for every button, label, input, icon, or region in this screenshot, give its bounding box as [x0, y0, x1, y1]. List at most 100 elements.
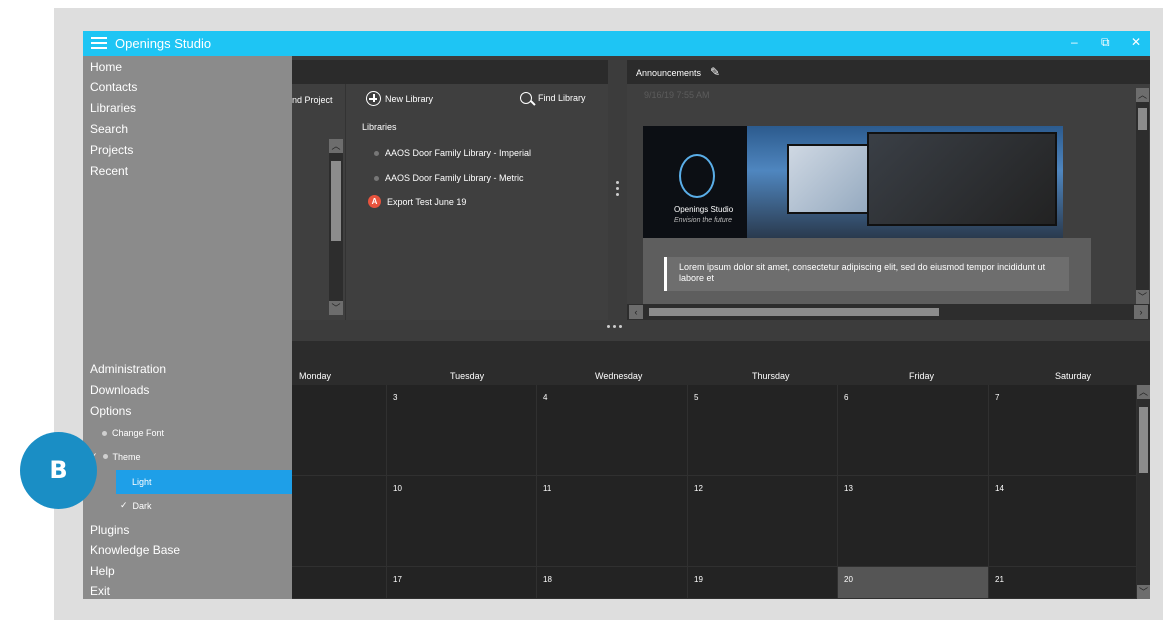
- announcement-banner-image: Openings Studio Envision the future: [643, 126, 1063, 238]
- library-item-label: AAOS Door Family Library - Metric: [385, 173, 524, 183]
- projects-column: nd Project ︿ ﹀: [292, 84, 346, 320]
- app-window: Openings Studio – ⧉ ✕ nd Project ︿ ﹀ New…: [83, 31, 1150, 599]
- calendar-cell-today[interactable]: 20: [838, 567, 989, 599]
- bullet-icon: [374, 175, 379, 181]
- scroll-left-icon[interactable]: ‹: [629, 305, 643, 319]
- scroll-down-icon[interactable]: ﹀: [1136, 290, 1149, 304]
- calendar-cell[interactable]: 10: [387, 476, 537, 567]
- calendar-cell[interactable]: 19: [688, 567, 838, 599]
- theme-label: Theme: [112, 451, 141, 462]
- theme-option-dark[interactable]: ✓ Dark: [120, 500, 152, 511]
- scroll-right-icon[interactable]: ›: [1134, 305, 1148, 319]
- announcements-scrollbar[interactable]: ︿ ﹀: [1136, 88, 1149, 304]
- calendar-cell[interactable]: 13: [838, 476, 989, 567]
- nav-item-administration[interactable]: Administration: [90, 362, 166, 376]
- nav-item-recent[interactable]: Recent: [90, 164, 128, 178]
- bullet-icon: [374, 150, 379, 156]
- edit-pencil-icon[interactable]: ✎: [710, 65, 720, 79]
- calendar-cell[interactable]: 7: [989, 385, 1137, 476]
- library-item[interactable]: A Export Test June 19: [368, 195, 466, 208]
- nav-item-options[interactable]: Options: [90, 404, 131, 418]
- scroll-down-icon[interactable]: ﹀: [329, 301, 343, 315]
- search-icon: [520, 92, 532, 104]
- scroll-thumb[interactable]: [1139, 407, 1148, 473]
- calendar-grid: 3 4 5 6 7 10 11 12 13 14 17 18 19 20 21: [292, 385, 1137, 599]
- hamburger-menu-icon[interactable]: [91, 37, 107, 50]
- change-font-label: Change Font: [112, 428, 165, 438]
- new-library-button[interactable]: New Library: [366, 91, 433, 106]
- scroll-down-icon[interactable]: ﹀: [1137, 585, 1150, 599]
- scroll-up-icon[interactable]: ︿: [1136, 88, 1149, 102]
- scroll-thumb[interactable]: [331, 161, 341, 241]
- nav-item-projects[interactable]: Projects: [90, 143, 133, 157]
- scroll-up-icon[interactable]: ︿: [1137, 385, 1150, 399]
- nav-item-knowledge-base[interactable]: Knowledge Base: [90, 543, 180, 557]
- day-header: Friday: [909, 371, 935, 381]
- nav-item-plugins[interactable]: Plugins: [90, 523, 129, 537]
- find-library-button[interactable]: Find Library: [520, 92, 586, 104]
- calendar-cell[interactable]: [292, 385, 387, 476]
- calendar-cell[interactable]: [292, 567, 387, 599]
- nav-item-downloads[interactable]: Downloads: [90, 383, 149, 397]
- horizontal-splitter-handle[interactable]: [607, 325, 622, 328]
- calendar-cell[interactable]: 21: [989, 567, 1137, 599]
- day-header: Monday: [299, 371, 332, 381]
- calendar-cell[interactable]: 4: [537, 385, 688, 476]
- callout-badge: B: [20, 432, 97, 509]
- openings-studio-logo: Openings Studio Envision the future: [643, 126, 747, 238]
- calendar-cell[interactable]: 11: [537, 476, 688, 567]
- theme-dark-label: Dark: [132, 500, 152, 511]
- calendar-cell[interactable]: [292, 476, 387, 567]
- announcement-date: 9/16/19 7:55 AM: [644, 90, 710, 100]
- app-title: Openings Studio: [115, 36, 212, 51]
- vertical-splitter-handle[interactable]: [616, 181, 620, 199]
- nav-item-exit[interactable]: Exit: [90, 584, 110, 598]
- libraries-pane: nd Project ︿ ﹀ New Library Find Library …: [292, 84, 608, 320]
- calendar-cell[interactable]: 14: [989, 476, 1137, 567]
- scroll-up-icon[interactable]: ︿: [329, 139, 343, 153]
- nav-item-contacts[interactable]: Contacts: [90, 80, 137, 94]
- announcements-pane: 9/16/19 7:55 AM Openings Studio Envision…: [627, 84, 1150, 320]
- calendar-cell[interactable]: 17: [387, 567, 537, 599]
- add-circle-icon: [366, 91, 381, 106]
- announcement-text: Lorem ipsum dolor sit amet, consectetur …: [664, 257, 1069, 291]
- projects-header[interactable]: nd Project: [292, 95, 333, 105]
- navigation-drawer: Home Contacts Libraries Search Projects …: [83, 56, 292, 599]
- bullet-icon: [102, 430, 107, 436]
- nav-item-help[interactable]: Help: [90, 564, 115, 578]
- minimize-button[interactable]: –: [1071, 35, 1078, 49]
- libraries-section-label: Libraries: [362, 122, 397, 132]
- nav-item-search[interactable]: Search: [90, 122, 128, 136]
- calendar-cell[interactable]: 6: [838, 385, 989, 476]
- find-library-label: Find Library: [538, 93, 586, 103]
- calendar-cell[interactable]: 12: [688, 476, 838, 567]
- export-library-icon: A: [368, 195, 381, 208]
- libraries-column: New Library Find Library Libraries AAOS …: [348, 84, 608, 320]
- nav-item-home[interactable]: Home: [90, 60, 122, 74]
- theme-option-light[interactable]: Light: [116, 470, 292, 494]
- projects-scrollbar[interactable]: ︿ ﹀: [329, 139, 343, 315]
- nav-item-libraries[interactable]: Libraries: [90, 101, 136, 115]
- day-header: Tuesday: [450, 371, 485, 381]
- new-library-label: New Library: [385, 93, 434, 104]
- library-item[interactable]: AAOS Door Family Library - Metric: [374, 173, 524, 183]
- title-bar: Openings Studio – ⧉ ✕: [83, 31, 1150, 56]
- announcements-horizontal-scrollbar[interactable]: ‹ ›: [627, 304, 1150, 320]
- banner-city-scene: [747, 126, 1063, 238]
- calendar-scrollbar[interactable]: ︿ ﹀: [1137, 385, 1150, 599]
- close-button[interactable]: ✕: [1131, 35, 1141, 49]
- calendar-cell[interactable]: 18: [537, 567, 688, 599]
- nav-subitem-theme[interactable]: ✓ Theme: [90, 451, 141, 462]
- calendar-cell[interactable]: 3: [387, 385, 537, 476]
- checkmark-icon: ✓: [120, 500, 128, 510]
- restore-button[interactable]: ⧉: [1101, 35, 1110, 50]
- scroll-thumb[interactable]: [649, 308, 939, 316]
- library-item[interactable]: AAOS Door Family Library - Imperial: [374, 148, 531, 158]
- calendar-cell[interactable]: 5: [688, 385, 838, 476]
- library-item-label: Export Test June 19: [387, 196, 467, 207]
- theme-light-label: Light: [132, 477, 152, 487]
- bullet-icon: [102, 454, 108, 459]
- announcements-header: Announcements ✎: [627, 60, 1150, 84]
- scroll-thumb[interactable]: [1138, 108, 1147, 130]
- nav-subitem-change-font[interactable]: Change Font: [102, 428, 164, 438]
